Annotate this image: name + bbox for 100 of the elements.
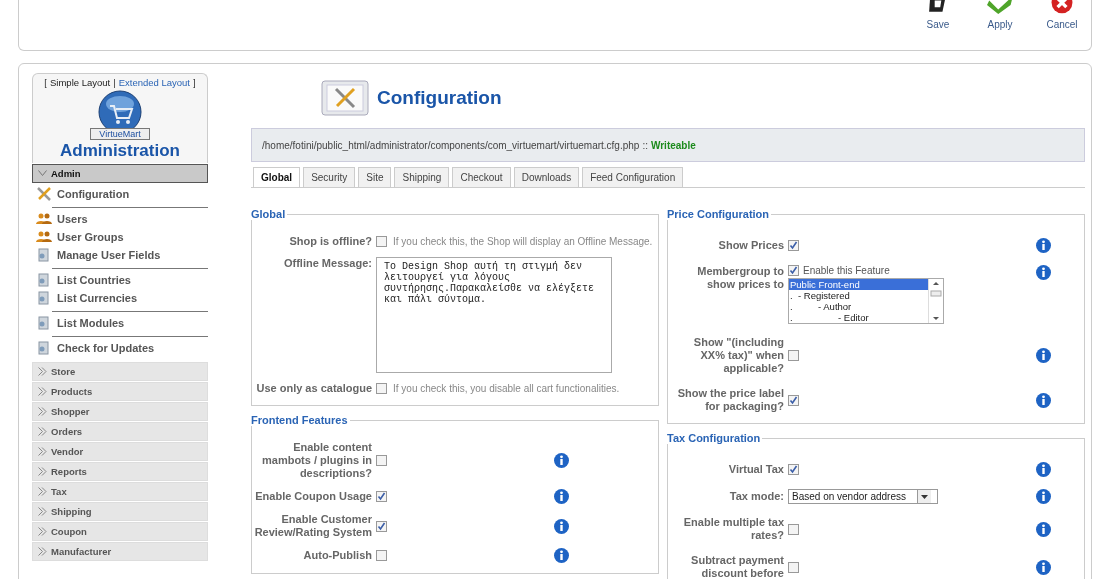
document-icon xyxy=(36,273,52,287)
field-label: Enable Customer Review/Rating System xyxy=(253,513,372,539)
bracket: ] xyxy=(193,77,196,88)
menu-section[interactable]: Store xyxy=(32,362,208,381)
menu-section[interactable]: Orders xyxy=(32,422,208,441)
info-icon[interactable] xyxy=(1035,238,1051,253)
field-label: Show "(including XX% tax)" when applicable? xyxy=(692,336,784,375)
field-description: If you check this, you disable all cart functionalities. xyxy=(393,382,620,395)
toolbar-button[interactable]: Cancel xyxy=(1037,0,1087,30)
checkbox[interactable] xyxy=(376,491,387,502)
document-icon xyxy=(36,341,52,355)
field-label: Offline Message: xyxy=(282,257,372,270)
group-listbox[interactable]: Public Front-end . - Registered . - Author . - Editor xyxy=(788,278,944,324)
tab[interactable]: Feed Configuration xyxy=(582,167,684,187)
double-chevron-icon xyxy=(38,527,47,536)
sidebar-title: Administration xyxy=(59,141,181,161)
checkbox[interactable] xyxy=(788,240,799,251)
tab[interactable]: Shipping xyxy=(394,167,450,187)
double-chevron-icon xyxy=(38,387,47,396)
layout-link[interactable]: Extended Layout xyxy=(118,77,190,88)
menu-section[interactable]: Coupon xyxy=(32,522,208,541)
checkbox[interactable] xyxy=(788,350,799,361)
double-chevron-icon xyxy=(38,507,47,516)
menu-section[interactable]: Manufacturer xyxy=(32,542,208,561)
logo-ribbon: VirtueMart xyxy=(90,128,150,140)
double-chevron-icon xyxy=(38,367,47,376)
info-icon[interactable] xyxy=(554,489,569,504)
list-option[interactable]: . - Author xyxy=(789,301,928,312)
info-icon[interactable] xyxy=(1035,489,1051,504)
tax-mode-select[interactable]: Based on vendor address xyxy=(788,489,938,504)
info-icon[interactable] xyxy=(1035,348,1051,363)
field-label: Tax mode: xyxy=(728,490,784,503)
menu-section[interactable]: Admin xyxy=(32,164,208,183)
field-label: Shop is offline? xyxy=(288,235,372,248)
field-label: Subtract payment discount before xyxy=(690,554,784,579)
users-icon xyxy=(36,213,52,225)
menu-section[interactable]: Shopper xyxy=(32,402,208,421)
group-legend: Global xyxy=(249,208,288,220)
field-description: If you check this, the Shop will display an Offline Message. xyxy=(393,235,653,248)
checkbox[interactable] xyxy=(376,383,387,394)
bracket: [ xyxy=(44,77,47,88)
menu-section[interactable]: Shipping xyxy=(32,502,208,521)
toolbar-button[interactable]: Apply xyxy=(975,0,1025,30)
sidebar-item[interactable]: Manage User Fields xyxy=(32,246,208,264)
checkbox[interactable] xyxy=(376,550,387,561)
users-icon xyxy=(36,231,52,243)
tab[interactable]: Checkout xyxy=(452,167,511,187)
info-icon[interactable] xyxy=(1035,265,1051,280)
tab[interactable]: Downloads xyxy=(513,167,580,187)
checkbox[interactable] xyxy=(788,523,799,535)
sidebar-item[interactable]: Check for Updates xyxy=(32,339,208,357)
tools-icon xyxy=(321,80,369,116)
group-legend: Frontend Features xyxy=(249,414,350,426)
check-label: Enable this Feature xyxy=(803,265,890,276)
double-chevron-icon xyxy=(38,407,47,416)
group-legend: Price Configuration xyxy=(665,208,772,220)
checkbox[interactable] xyxy=(376,520,387,532)
info-icon[interactable] xyxy=(554,548,569,563)
checkbox[interactable] xyxy=(376,236,387,247)
checkbox[interactable] xyxy=(788,464,799,475)
checkbox[interactable] xyxy=(788,265,799,276)
info-icon[interactable] xyxy=(1035,462,1051,477)
info-icon[interactable] xyxy=(1035,392,1051,408)
field-label: Show the price label for packaging? xyxy=(676,387,784,413)
status-text: Writeable xyxy=(650,139,696,151)
scrollbar-icon[interactable] xyxy=(928,279,943,323)
info-icon[interactable] xyxy=(554,518,569,534)
double-chevron-icon xyxy=(38,487,47,496)
list-option[interactable]: . - Editor xyxy=(789,312,928,323)
sidebar-item[interactable]: User Groups xyxy=(32,228,208,246)
tab[interactable]: Site xyxy=(358,167,392,187)
list-option[interactable]: . - Registered xyxy=(789,290,928,301)
menu-section[interactable]: Products xyxy=(32,382,208,401)
layout-link[interactable]: Simple Layout xyxy=(50,77,111,88)
offline-message-field[interactable]: Το Design Shop αυτή τη στιγμή δεν λειτουργεί για λόγους συντήρησης.Παρακαλείσθε να ελέγξετε και πάλι σύντομα. xyxy=(376,257,612,373)
sidebar-item[interactable]: List Modules xyxy=(32,314,208,332)
sidebar-item[interactable]: Configuration xyxy=(32,185,208,203)
info-icon[interactable] xyxy=(1035,521,1051,537)
menu-section[interactable]: Vendor xyxy=(32,442,208,461)
sidebar-item[interactable]: List Currencies xyxy=(32,289,208,307)
toolbar-button[interactable]: Save xyxy=(913,0,963,30)
chevron-down-icon xyxy=(38,170,47,177)
double-chevron-icon xyxy=(38,467,47,476)
double-chevron-icon xyxy=(38,427,47,436)
double-chevron-icon xyxy=(38,547,47,556)
menu-section[interactable]: Tax xyxy=(32,482,208,501)
list-option[interactable]: Public Front-end xyxy=(789,279,928,290)
sidebar-item[interactable]: Users xyxy=(32,210,208,228)
field-label: Enable content mambots / plugins in descriptions? xyxy=(261,441,372,480)
tab[interactable]: Global xyxy=(253,167,301,187)
tab[interactable]: Security xyxy=(303,167,356,187)
checkbox[interactable] xyxy=(788,394,799,406)
sidebar-item[interactable]: List Countries xyxy=(32,271,208,289)
menu-section[interactable]: Reports xyxy=(32,462,208,481)
info-icon[interactable] xyxy=(554,453,569,468)
separator: | xyxy=(113,77,116,88)
checkbox[interactable] xyxy=(788,561,799,573)
tools-icon xyxy=(36,187,52,201)
info-icon[interactable] xyxy=(1035,559,1051,575)
checkbox[interactable] xyxy=(376,455,387,466)
